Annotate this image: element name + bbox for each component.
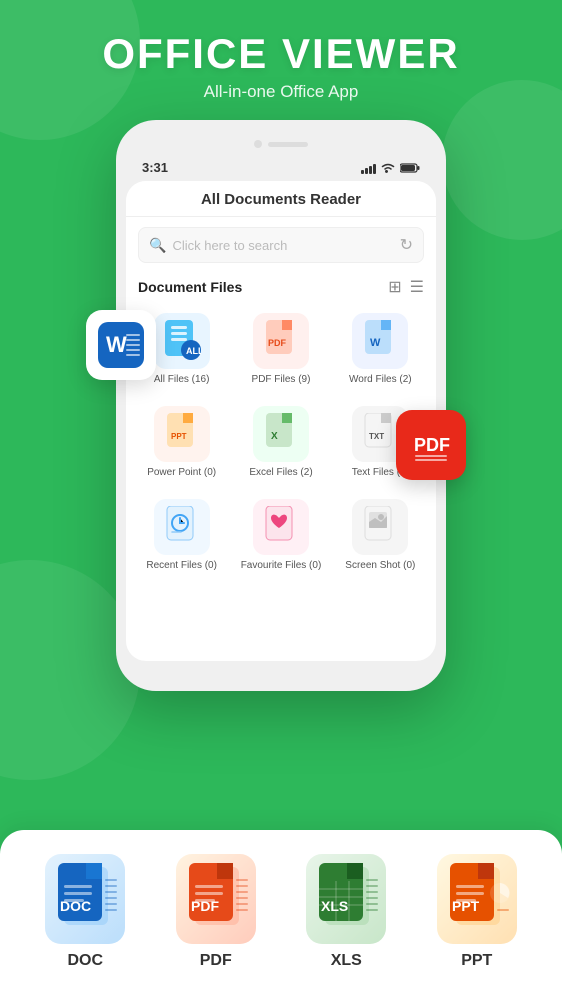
- ppt-files-label: Power Point (0): [147, 466, 216, 479]
- file-item-word[interactable]: W Word Files (2): [333, 305, 428, 394]
- doc-label: DOC: [67, 952, 103, 970]
- status-bar: 3:31: [126, 160, 436, 181]
- svg-text:ALL: ALL: [186, 346, 201, 356]
- screenshot-files-label: Screen Shot (0): [345, 559, 415, 572]
- screen-header: All Documents Reader: [126, 181, 436, 217]
- word-files-icon: W: [352, 313, 408, 369]
- phone-screen: All Documents Reader 🔍 Click here to sea…: [126, 181, 436, 661]
- fav-files-icon: [253, 499, 309, 555]
- pdf-label: PDF: [200, 952, 232, 970]
- word-files-label: Word Files (2): [349, 373, 412, 386]
- svg-text:PDF: PDF: [191, 898, 219, 914]
- ppt-card-icon: PPT: [437, 854, 517, 944]
- phone-mockup: W PDF 3:31: [116, 120, 446, 691]
- wifi-icon: [380, 162, 396, 174]
- fav-files-label: Favourite Files (0): [241, 559, 322, 572]
- notch-speaker: [268, 142, 308, 147]
- bottom-card-pdf[interactable]: PDF PDF: [176, 854, 256, 970]
- bottom-format-cards: DOC DOC PDF: [0, 830, 562, 1000]
- all-files-icon: ALL: [154, 313, 210, 369]
- doc-section-title: Document Files: [138, 279, 242, 295]
- screenshot-files-icon: [352, 499, 408, 555]
- list-view-icon[interactable]: ☰: [410, 277, 424, 297]
- bottom-card-xls[interactable]: XLS XLS: [306, 854, 386, 970]
- notch-camera: [254, 140, 262, 148]
- excel-files-label: Excel Files (2): [249, 466, 312, 479]
- grid-view-icon[interactable]: ⊞: [388, 277, 401, 297]
- search-icon: 🔍: [149, 237, 166, 254]
- screen-title: All Documents Reader: [126, 191, 436, 208]
- battery-icon: [400, 162, 420, 174]
- refresh-icon[interactable]: ↻: [400, 235, 413, 255]
- file-item-recent[interactable]: Recent Files (0): [134, 491, 229, 580]
- doc-card-icon: DOC: [45, 854, 125, 944]
- xls-label: XLS: [331, 952, 362, 970]
- pdf-files-icon: PDF: [253, 313, 309, 369]
- svg-text:DOC: DOC: [60, 898, 91, 914]
- svg-text:W: W: [370, 337, 381, 349]
- svg-text:PDF: PDF: [414, 435, 450, 455]
- excel-files-icon: X: [253, 406, 309, 462]
- pdf-files-label: PDF Files (9): [252, 373, 311, 386]
- phone-body: 3:31: [116, 120, 446, 691]
- view-toggle: ⊞ ☰: [388, 277, 424, 297]
- bottom-card-doc[interactable]: DOC DOC: [45, 854, 125, 970]
- pdf-card-icon: PDF: [176, 854, 256, 944]
- svg-text:TXT: TXT: [369, 432, 384, 441]
- bottom-card-ppt[interactable]: PPT PPT: [437, 854, 517, 970]
- app-header: OFFICE VIEWER All-in-one Office App: [0, 0, 562, 102]
- status-icons: [361, 162, 420, 174]
- file-item-pdf[interactable]: PDF PDF Files (9): [233, 305, 328, 394]
- xls-card-icon: XLS: [306, 854, 386, 944]
- svg-text:PDF: PDF: [268, 338, 287, 348]
- doc-section-header: Document Files ⊞ ☰: [126, 273, 436, 305]
- recent-files-label: Recent Files (0): [146, 559, 217, 572]
- file-item-excel[interactable]: X Excel Files (2): [233, 398, 328, 487]
- ppt-label: PPT: [461, 952, 492, 970]
- signal-icon: [361, 162, 376, 174]
- svg-text:W: W: [106, 332, 127, 357]
- svg-text:XLS: XLS: [321, 898, 348, 914]
- search-placeholder-text: Click here to search: [172, 238, 399, 253]
- svg-text:PPT: PPT: [171, 432, 187, 441]
- search-bar[interactable]: 🔍 Click here to search ↻: [138, 227, 424, 263]
- svg-text:X: X: [271, 431, 278, 442]
- bg-decoration-tr: [442, 80, 562, 240]
- app-title: OFFICE VIEWER: [0, 30, 562, 78]
- svg-text:PPT: PPT: [452, 898, 480, 914]
- float-pdf-icon: PDF: [396, 410, 466, 480]
- file-item-ppt[interactable]: PPT Power Point (0): [134, 398, 229, 487]
- file-item-fav[interactable]: Favourite Files (0): [233, 491, 328, 580]
- app-subtitle: All-in-one Office App: [0, 82, 562, 102]
- file-item-screenshot[interactable]: Screen Shot (0): [333, 491, 428, 580]
- ppt-files-icon: PPT: [154, 406, 210, 462]
- recent-files-icon: [154, 499, 210, 555]
- all-files-label: All Files (16): [154, 373, 210, 386]
- status-time: 3:31: [142, 160, 168, 175]
- phone-notch: [231, 134, 331, 154]
- file-grid: ALL All Files (16) PDF: [126, 305, 436, 588]
- float-word-icon: W: [86, 310, 156, 380]
